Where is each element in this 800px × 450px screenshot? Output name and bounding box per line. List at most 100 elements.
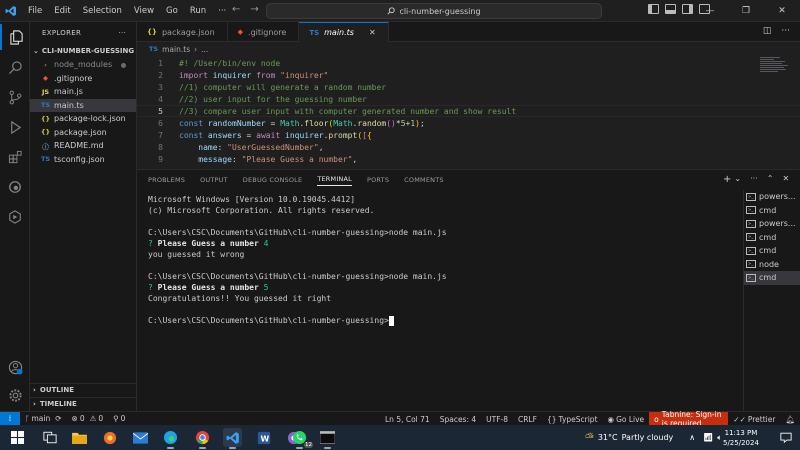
menu-more[interactable]: ··· <box>212 6 232 16</box>
explorer-more-button[interactable]: ··· <box>118 29 126 37</box>
new-terminal-plus-icon[interactable]: + <box>723 174 731 185</box>
run-debug-icon[interactable] <box>0 114 30 140</box>
outline-section[interactable]: › OUTLINE <box>30 383 137 396</box>
tab-ports[interactable]: PORTS <box>367 176 389 184</box>
menu-selection[interactable]: Selection <box>77 6 128 16</box>
more-actions-icon[interactable]: ··· <box>750 174 758 185</box>
minimap[interactable] <box>760 57 790 77</box>
tree-item-main-ts[interactable]: TS main.ts <box>30 98 136 112</box>
timeline-section[interactable]: › TIMELINE <box>30 397 137 410</box>
vscode-taskbar-icon[interactable] <box>223 428 242 449</box>
tab-comments[interactable]: COMMENTS <box>404 176 444 184</box>
notification-center-icon[interactable] <box>776 428 795 447</box>
remote-indicator-icon[interactable]: ⁞ <box>0 411 20 426</box>
command-center-search[interactable]: cli-number-guessing <box>266 3 602 19</box>
prompt-answer: 4 <box>263 239 269 248</box>
terminal-instance-cmd-active[interactable]: >_ cmd <box>744 271 800 285</box>
mail-icon[interactable] <box>131 428 150 447</box>
prettier-status[interactable]: ✓✓ Prettier <box>728 415 780 424</box>
system-clock[interactable]: 11:13 PM 5/25/2024 <box>723 428 759 448</box>
problems-status[interactable]: ⊗ 0 ⚠ 0 <box>67 414 109 423</box>
terminal-instance-powershell[interactable]: >_ powers... <box>744 217 800 231</box>
task-view-icon[interactable] <box>40 428 59 447</box>
tab-debug-console[interactable]: DEBUG CONSOLE <box>243 176 303 184</box>
notifications-bell-icon[interactable]: 🔔︎ <box>780 415 800 424</box>
forward-arrow-icon[interactable]: → <box>250 4 258 15</box>
tray-chevron-up-icon[interactable]: ∧ <box>689 433 695 442</box>
menu-edit[interactable]: Edit <box>48 6 76 16</box>
terminal-instance-node[interactable]: >_ node <box>744 258 800 272</box>
whatsapp-icon[interactable]: 12 <box>290 428 313 449</box>
search-activity-icon[interactable] <box>0 54 30 80</box>
account-icon[interactable] <box>0 354 30 380</box>
code-string: "UserGuessedNumber" <box>227 142 319 152</box>
more-actions-icon[interactable]: ··· <box>781 26 790 36</box>
tree-item-main-js[interactable]: JS main.js <box>30 85 136 99</box>
menu-file[interactable]: File <box>22 6 48 16</box>
source-control-icon[interactable] <box>0 84 30 110</box>
tree-item-package-lock-json[interactable]: {} package-lock.json <box>30 112 136 126</box>
terminal-instance-powershell[interactable]: >_ powers... <box>744 190 800 204</box>
tab-terminal[interactable]: TERMINAL <box>317 175 352 186</box>
indentation[interactable]: Spaces: 4 <box>435 415 481 424</box>
weather-description[interactable]: Partly cloudy <box>622 433 674 442</box>
breadcrumb-file[interactable]: main.ts <box>162 45 190 54</box>
tree-item-node-modules[interactable]: › node_modules <box>30 58 136 72</box>
extensions-icon[interactable] <box>0 144 30 170</box>
terminal-output[interactable]: Microsoft Windows [Version 10.0.19045.44… <box>148 194 738 326</box>
end-of-line[interactable]: CRLF <box>513 415 542 424</box>
edge-browser-icon[interactable] <box>161 428 180 449</box>
terminal-instance-cmd[interactable]: >_ cmd <box>744 231 800 245</box>
command-prompt-icon[interactable] <box>318 428 337 449</box>
weather-sun-cloud-icon[interactable]: ⛅︎ <box>585 431 594 445</box>
toggle-panel-icon[interactable] <box>665 4 676 14</box>
edge-devtools-icon[interactable] <box>0 174 30 200</box>
code-editor[interactable]: 1 #! /User/bin/env node 2 import inquirer … <box>137 57 800 165</box>
menu-view[interactable]: View <box>128 6 160 16</box>
tab-output[interactable]: OUTPUT <box>200 176 228 184</box>
menu-run[interactable]: Run <box>184 6 212 16</box>
cursor-position[interactable]: Ln 5, Col 71 <box>380 415 435 424</box>
weather-temperature[interactable]: 31°C <box>598 433 618 442</box>
terminal-instance-cmd[interactable]: >_ cmd <box>744 244 800 258</box>
restore-icon[interactable]: ❐ <box>728 0 764 22</box>
volume-icon[interactable]: 🔈︎ <box>717 433 722 443</box>
word-icon[interactable]: W <box>254 428 273 447</box>
toggle-sidebar-icon[interactable] <box>648 4 659 14</box>
manage-gear-icon[interactable] <box>0 382 30 408</box>
branch-status[interactable]: ᚴ main ⟳ <box>20 414 67 423</box>
tab-package-json[interactable]: {} package.json <box>137 22 228 42</box>
tree-item-tsconfig[interactable]: TS tsconfig.json <box>30 153 136 167</box>
terminal-instance-cmd[interactable]: >_ cmd <box>744 204 800 218</box>
tree-item-readme[interactable]: ⓘ README.md <box>30 139 136 153</box>
chrome-browser-icon[interactable] <box>193 428 212 449</box>
typescript-file-icon: TS <box>40 101 51 110</box>
ports-status[interactable]: ⚲ 0 <box>108 414 130 423</box>
remote-explorer-icon[interactable] <box>0 204 30 230</box>
project-folder[interactable]: ⌄ CLI-NUMBER-GUESSING <box>30 44 136 58</box>
chevron-down-icon[interactable]: ⌄ <box>734 174 741 185</box>
close-window-icon[interactable]: ✕ <box>764 0 800 22</box>
go-live-button[interactable]: ◉ Go Live <box>603 415 650 424</box>
explorer-icon[interactable] <box>0 24 30 50</box>
maximize-panel-icon[interactable]: ⌃ <box>767 174 774 185</box>
tree-item-package-json[interactable]: {} package.json <box>30 126 136 140</box>
office-icon[interactable] <box>100 428 119 447</box>
windows-start-icon[interactable] <box>8 428 27 447</box>
back-arrow-icon[interactable]: ← <box>232 4 240 15</box>
file-explorer-icon[interactable] <box>70 428 89 447</box>
encoding[interactable]: UTF-8 <box>481 415 513 424</box>
tab-gitignore[interactable]: ◆ .gitignore <box>228 22 300 42</box>
network-icon[interactable]: 📶︎ <box>703 433 713 442</box>
close-icon[interactable]: ✕ <box>369 28 376 37</box>
menu-go[interactable]: Go <box>160 6 184 16</box>
breadcrumb-symbol[interactable]: ... <box>201 45 208 54</box>
split-editor-icon[interactable]: ◫ <box>763 26 772 36</box>
language-mode[interactable]: {} TypeScript <box>542 415 603 424</box>
tree-item-gitignore[interactable]: ◆ .gitignore <box>30 72 136 86</box>
minimize-icon[interactable]: — <box>692 0 728 22</box>
tab-problems[interactable]: PROBLEMS <box>148 176 185 184</box>
tab-main-ts[interactable]: TS main.ts ✕ <box>299 22 389 42</box>
close-panel-icon[interactable]: ✕ <box>782 174 789 185</box>
tabnine-status[interactable]: o Tabnine: Sign-in is required <box>649 410 729 428</box>
